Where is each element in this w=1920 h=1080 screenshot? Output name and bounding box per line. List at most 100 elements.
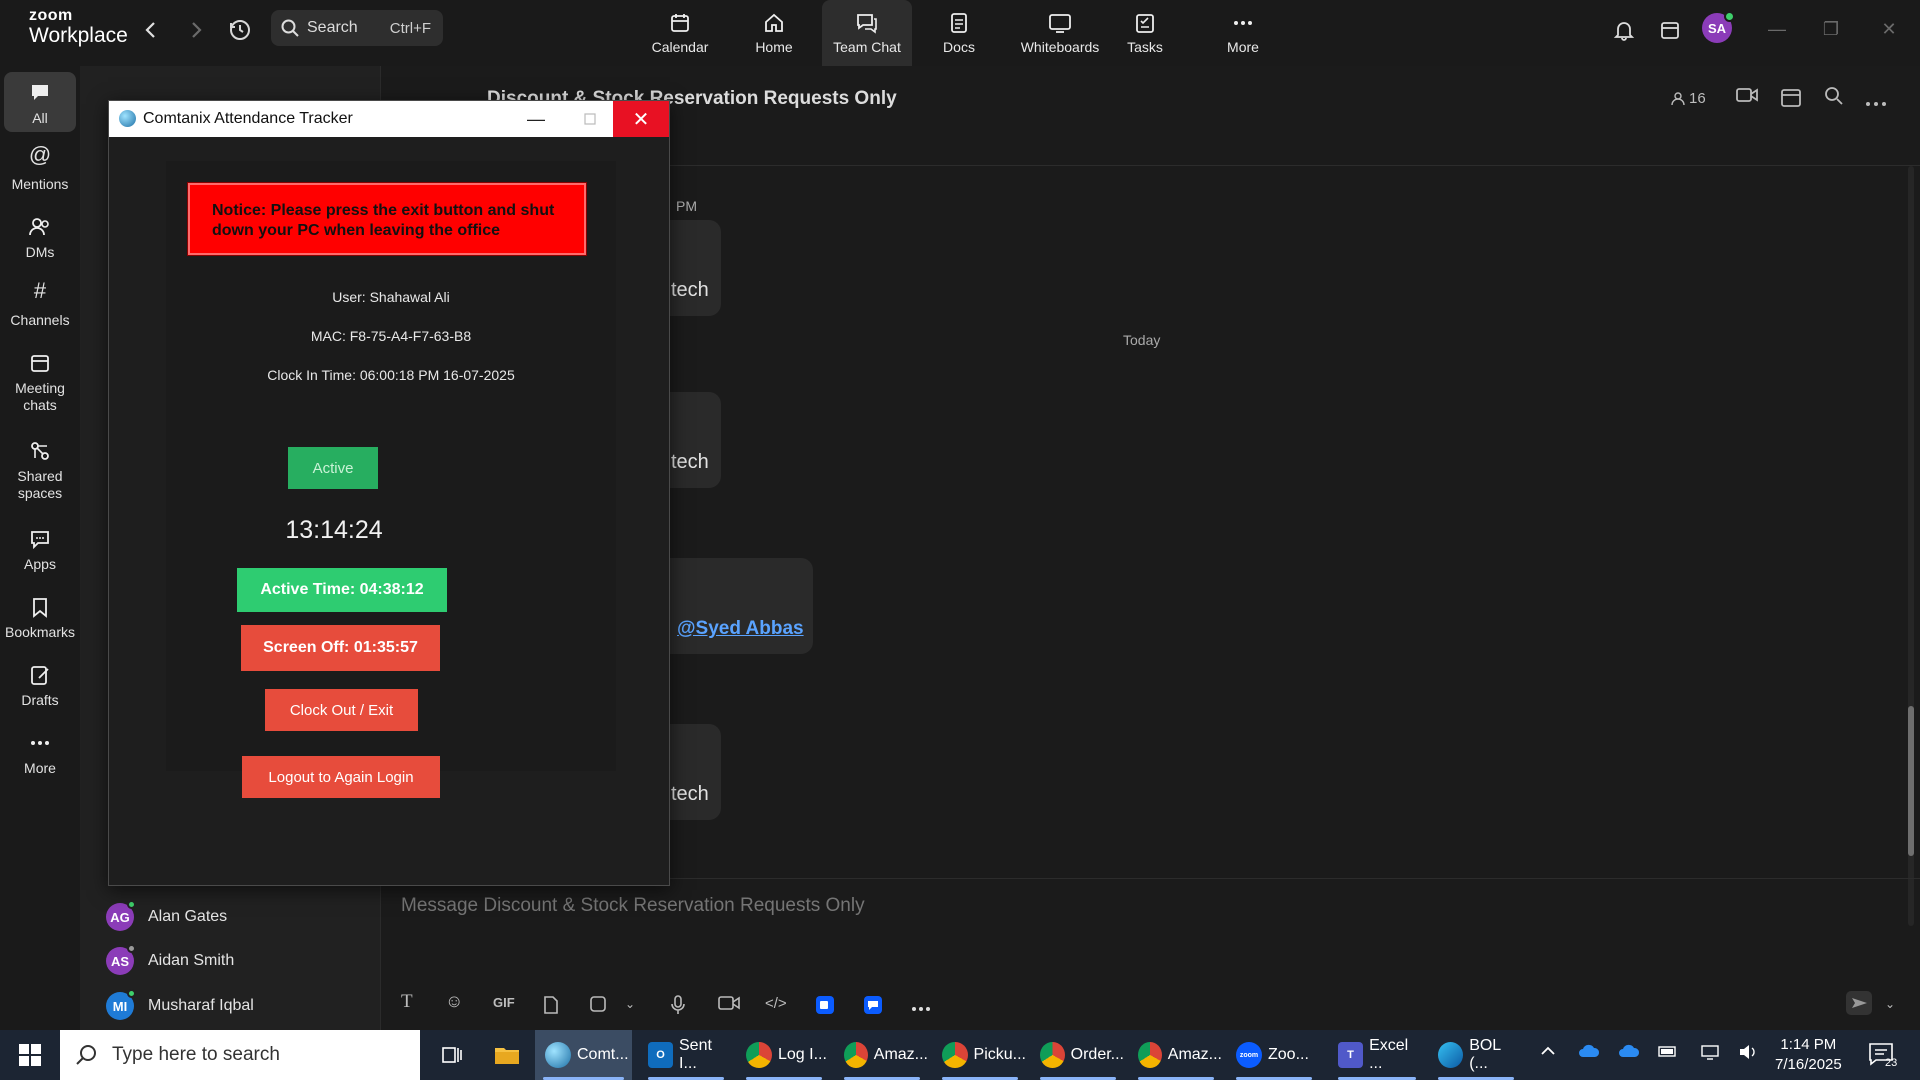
drafts-icon xyxy=(31,666,49,685)
avatar: MI xyxy=(106,989,136,1020)
chat-app-icon[interactable] xyxy=(863,995,883,1020)
search-icon[interactable] xyxy=(1824,86,1844,111)
mention-link[interactable]: @Syed Abbas xyxy=(677,618,804,640)
minimize-icon[interactable]: — xyxy=(1762,14,1792,44)
chevron-down-icon[interactable]: ⌄ xyxy=(625,997,635,1011)
user-label: User: Shahawal Ali xyxy=(332,289,450,305)
rail-item-meeting-chats[interactable]: Meeting chats xyxy=(4,350,76,414)
dialog-titlebar[interactable]: Comtanix Attendance Tracker — ✕ xyxy=(109,101,669,137)
message-composer: T ☺ GIF ⌄ </> ⌄ xyxy=(381,878,1920,1030)
person-icon xyxy=(1671,91,1685,105)
onedrive-icon[interactable] xyxy=(1578,1044,1600,1063)
task-view-icon[interactable] xyxy=(432,1030,472,1080)
rail-item-dms[interactable]: DMs xyxy=(4,214,76,261)
taskbar-clock[interactable]: 1:14 PM 7/16/2025 xyxy=(1775,1035,1842,1075)
logout-relogin-button[interactable]: Logout to Again Login xyxy=(242,756,440,798)
taskbar-app-chrome[interactable]: Picku... xyxy=(934,1030,1026,1080)
windows-start-icon[interactable] xyxy=(0,1030,60,1080)
rail-item-channels[interactable]: # Channels xyxy=(4,278,76,329)
nav-home[interactable]: Home xyxy=(744,0,804,66)
list-item[interactable]: AG Alan Gates xyxy=(106,900,227,932)
emoji-icon[interactable]: ☺ xyxy=(445,991,463,1012)
rail-item-drafts[interactable]: Drafts xyxy=(4,662,76,709)
chevron-up-icon[interactable] xyxy=(1540,1044,1556,1062)
avatar[interactable]: SA xyxy=(1702,11,1735,43)
more-icon[interactable] xyxy=(911,999,931,1017)
video-message-icon[interactable] xyxy=(718,995,740,1016)
date-divider: Today xyxy=(1123,332,1161,348)
clock-date: 7/16/2025 xyxy=(1775,1056,1842,1073)
mac-label: MAC: F8-75-A4-F7-63-B8 xyxy=(310,328,472,344)
taskbar-app-edge[interactable]: BOL (... xyxy=(1430,1030,1522,1080)
tracker-icon xyxy=(545,1042,571,1068)
online-status-dot xyxy=(1724,11,1735,22)
taskbar-app-chrome[interactable]: Amaz... xyxy=(836,1030,928,1080)
history-icon[interactable] xyxy=(226,16,254,44)
schedule-icon[interactable] xyxy=(1780,86,1802,113)
onedrive-icon[interactable] xyxy=(1618,1044,1640,1063)
nav-calendar[interactable]: Calendar xyxy=(650,0,710,66)
taskbar-search[interactable]: Type here to search xyxy=(60,1030,420,1080)
nav-docs[interactable]: Docs xyxy=(929,0,989,66)
zoom-app-icon[interactable] xyxy=(815,995,835,1020)
hash-icon: # xyxy=(33,278,47,303)
dialog-title: Comtanix Attendance Tracker xyxy=(143,110,353,127)
list-item[interactable]: MI Musharaf Iqbal xyxy=(106,989,254,1021)
scrollbar-thumb[interactable] xyxy=(1908,706,1914,856)
text-format-icon[interactable]: T xyxy=(401,991,413,1013)
zoom-workplace-logo: zoom Workplace xyxy=(29,7,128,47)
nav-whiteboards[interactable]: Whiteboards xyxy=(1010,0,1110,66)
send-icon[interactable] xyxy=(1846,991,1874,1020)
shared-spaces-icon xyxy=(31,442,49,460)
notification-count: 23 xyxy=(1885,1057,1898,1069)
chrome-icon xyxy=(942,1042,968,1068)
forward-arrow-icon[interactable] xyxy=(182,16,210,44)
message-timestamp: PM xyxy=(676,198,697,214)
nav-team-chat[interactable]: Team Chat xyxy=(822,0,912,66)
message-input[interactable] xyxy=(401,895,1501,917)
video-icon[interactable] xyxy=(1735,86,1759,109)
close-icon[interactable]: ✕ xyxy=(613,101,669,137)
microphone-icon[interactable] xyxy=(671,995,685,1020)
network-icon[interactable] xyxy=(1700,1044,1720,1065)
chevron-down-icon[interactable]: ⌄ xyxy=(1885,997,1895,1011)
status-badge: Active xyxy=(288,447,378,489)
search-bar[interactable]: Search Ctrl+F xyxy=(271,10,443,46)
taskbar-app-outlook[interactable]: O Sent I... xyxy=(640,1030,732,1080)
rail-item-bookmarks[interactable]: Bookmarks xyxy=(4,594,76,641)
minimize-icon[interactable]: — xyxy=(513,101,559,137)
battery-icon[interactable] xyxy=(1658,1044,1678,1063)
rail-item-apps[interactable]: Apps xyxy=(4,526,76,573)
nav-tasks[interactable]: Tasks xyxy=(1115,0,1175,66)
taskbar-app-chrome[interactable]: Amaz... xyxy=(1130,1030,1222,1080)
rail-item-shared-spaces[interactable]: Shared spaces xyxy=(4,438,76,502)
list-item[interactable]: AS Aidan Smith xyxy=(106,944,234,976)
clock-out-button[interactable]: Clock Out / Exit xyxy=(265,689,418,731)
close-icon[interactable]: ✕ xyxy=(1874,14,1904,44)
maximize-icon[interactable] xyxy=(567,101,613,137)
code-snippet-icon[interactable]: </> xyxy=(765,995,787,1012)
gif-icon[interactable]: GIF xyxy=(493,995,515,1010)
rail-item-more[interactable]: More xyxy=(4,730,76,777)
calendar-icon xyxy=(31,355,49,372)
file-icon[interactable] xyxy=(543,995,559,1020)
member-count[interactable]: 16 xyxy=(1671,90,1706,107)
back-arrow-icon[interactable] xyxy=(137,16,165,44)
more-icon[interactable] xyxy=(1865,94,1887,112)
nav-more[interactable]: More xyxy=(1213,0,1273,66)
rail-item-mentions[interactable]: @ Mentions xyxy=(4,144,76,193)
taskbar-app-zoom[interactable]: zoom Zoo... xyxy=(1228,1030,1320,1080)
calendar-status-icon[interactable] xyxy=(1656,16,1684,44)
taskbar-app-chrome[interactable]: Order... xyxy=(1032,1030,1124,1080)
rail-item-all[interactable]: All xyxy=(4,72,76,132)
screenshot-icon[interactable] xyxy=(589,995,607,1018)
taskbar-app-teams[interactable]: T Excel ... xyxy=(1330,1030,1424,1080)
volume-icon[interactable] xyxy=(1738,1044,1758,1065)
top-bar: zoom Workplace Search Ctrl+F Calendar Ho… xyxy=(0,0,1920,66)
bell-icon[interactable] xyxy=(1610,16,1638,44)
taskbar-app-chrome[interactable]: Log I... xyxy=(738,1030,830,1080)
file-explorer-icon[interactable] xyxy=(485,1030,529,1080)
chrome-icon xyxy=(1040,1042,1065,1068)
taskbar-app-comtanix[interactable]: Comt... xyxy=(535,1030,632,1080)
restore-icon[interactable]: ❐ xyxy=(1816,14,1846,44)
